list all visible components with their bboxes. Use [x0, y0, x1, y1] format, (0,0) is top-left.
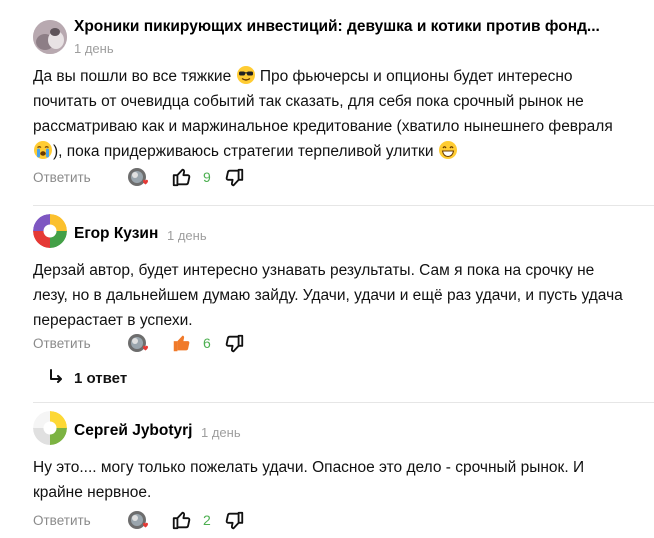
comment-text-part: ), пока придерживаюсь стратегии терпелив…	[53, 143, 438, 160]
comment-text-part: Да вы пошли во все тяжкие	[33, 68, 236, 85]
like-count: 6	[203, 335, 211, 351]
thumbs-up-icon[interactable]	[171, 332, 193, 354]
comment-author[interactable]: Сергей Jybotyrj	[74, 422, 193, 440]
thumbs-up-icon[interactable]	[171, 166, 193, 188]
comment-divider	[33, 205, 654, 206]
replies-count-label: 1 ответ	[74, 370, 128, 387]
comment-divider	[33, 402, 654, 403]
like-count: 2	[203, 512, 211, 528]
comment-text: Дерзай автор, будет интересно узнавать р…	[33, 262, 623, 329]
grin-emoji-icon	[438, 141, 457, 159]
crying-emoji-icon	[34, 141, 52, 159]
sunglasses-emoji-icon	[236, 66, 255, 84]
reactor-avatar-icon[interactable]	[126, 509, 150, 533]
comment-text: Ну это.... могу только пожелать удачи. О…	[33, 459, 585, 501]
reply-button[interactable]: Ответить	[33, 170, 91, 185]
reactor-avatar-icon[interactable]	[126, 332, 150, 356]
comment-time: 1 день	[74, 41, 114, 56]
comment-time: 1 день	[201, 425, 241, 440]
reply-button[interactable]: Ответить	[33, 336, 91, 351]
like-count: 9	[203, 169, 211, 185]
reply-arrow-icon	[50, 369, 62, 383]
comment-author[interactable]: Хроники пикирующих инвестиций: девушка и…	[74, 18, 600, 36]
comment-author[interactable]: Егор Кузин	[74, 225, 158, 243]
avatar[interactable]	[33, 411, 67, 445]
avatar[interactable]	[33, 214, 67, 248]
thumbs-up-icon[interactable]	[171, 509, 193, 531]
thumbs-down-icon[interactable]	[223, 167, 245, 189]
cat-photo-icon	[33, 20, 67, 54]
comment-text: Да вы пошли во все тяжкие Про фьючерсы и…	[33, 64, 633, 164]
show-replies-button[interactable]: 1 ответ	[48, 369, 127, 387]
multicolor-avatar-icon	[33, 214, 67, 248]
multicolor-avatar-icon	[33, 411, 67, 445]
thumbs-down-icon[interactable]	[223, 333, 245, 355]
comment-time: 1 день	[167, 228, 207, 243]
reply-button[interactable]: Ответить	[33, 513, 91, 528]
reactor-avatar-icon[interactable]	[126, 166, 150, 190]
thumbs-down-icon[interactable]	[223, 510, 245, 532]
avatar[interactable]	[33, 20, 67, 54]
